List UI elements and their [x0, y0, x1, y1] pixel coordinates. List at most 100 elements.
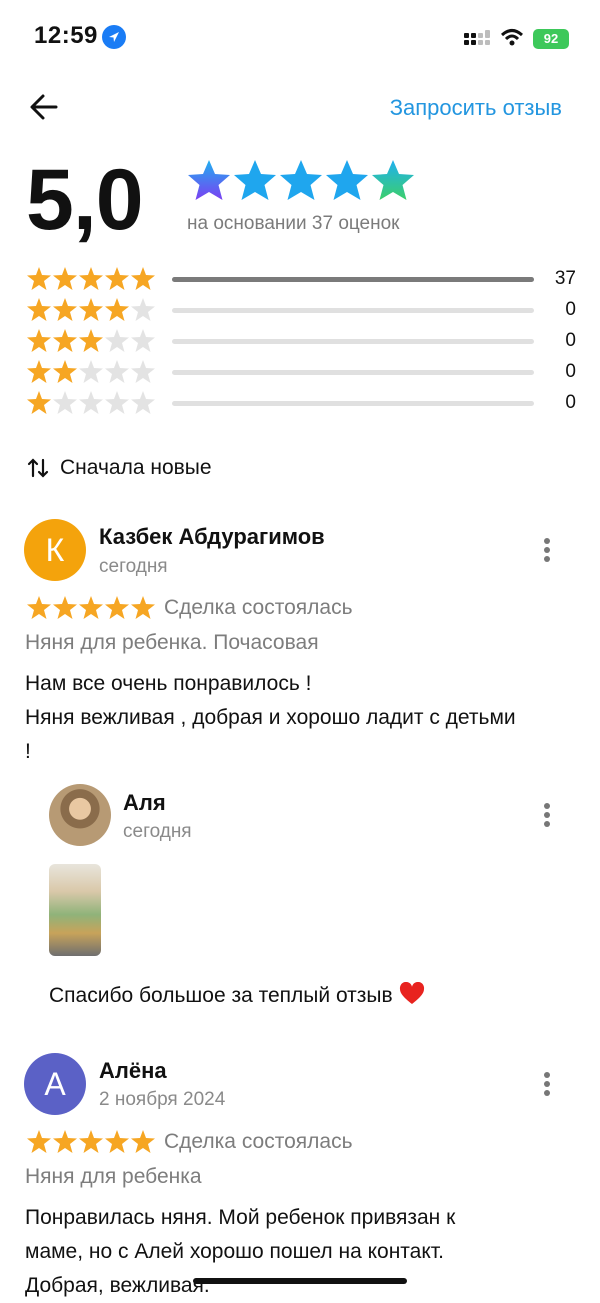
- avatar: К: [24, 519, 86, 581]
- star-filled-icon: [79, 1130, 103, 1153]
- signal-icon: [464, 30, 492, 53]
- histogram-bar: [172, 307, 534, 313]
- reply-date: сегодня: [123, 821, 192, 842]
- review-text-line: Понравилась няня. Мой ребенок привязан к: [25, 1206, 456, 1229]
- star-filled-icon: [79, 298, 103, 321]
- star-filled-icon: [53, 298, 77, 321]
- avatar-initial: А: [44, 1065, 66, 1102]
- histogram-bar: [172, 338, 534, 344]
- star-filled-icon: [27, 391, 51, 414]
- review-text: Понравилась няня. Мой ребенок привязан к…: [25, 1201, 585, 1303]
- battery-level: 92: [543, 31, 559, 46]
- star-filled-icon: [27, 360, 51, 383]
- star-empty-icon: [131, 298, 155, 321]
- histogram-bar-fill: [172, 276, 534, 282]
- more-options-icon[interactable]: [543, 1071, 551, 1099]
- star-filled-icon: [105, 596, 129, 619]
- star-empty-icon: [53, 391, 77, 414]
- star-filled-icon: [131, 267, 155, 290]
- review-rating: Сделка состоялась: [26, 595, 353, 621]
- star-filled-icon: [53, 267, 77, 290]
- service-category: Няня для ребенка: [25, 1165, 202, 1188]
- location-arrow-icon: [102, 25, 126, 49]
- wifi-icon: [500, 28, 524, 53]
- reply-text: Спасибо большое за теплый отзыв: [49, 979, 425, 1013]
- deal-status: Сделка состоялась: [164, 596, 353, 619]
- star-filled-icon: [27, 329, 51, 352]
- histogram-count: 0: [565, 299, 576, 320]
- histogram-count: 0: [565, 392, 576, 413]
- star-filled-icon: [131, 1130, 155, 1153]
- reply-text-content: Спасибо большое за теплый отзыв: [49, 984, 393, 1007]
- histogram-stars: [26, 266, 156, 292]
- sort-control[interactable]: Сначала новые: [26, 456, 212, 480]
- rating-count-text: на основании 37 оценок: [187, 213, 400, 234]
- replier-avatar: [49, 784, 111, 846]
- rating-histogram-row: 0: [26, 389, 576, 417]
- reply-photo[interactable]: [49, 864, 101, 956]
- review-text-line: !: [25, 740, 31, 763]
- histogram-stars: [26, 297, 156, 323]
- deal-status: Сделка состоялась: [164, 1130, 353, 1153]
- star-filled-icon: [53, 596, 77, 619]
- star-empty-icon: [105, 329, 129, 352]
- star-filled-icon: [105, 267, 129, 290]
- histogram-stars: [26, 328, 156, 354]
- star-empty-icon: [79, 360, 103, 383]
- histogram-count: 0: [565, 330, 576, 351]
- sort-label: Сначала новые: [60, 456, 212, 479]
- back-arrow-icon[interactable]: [28, 92, 60, 122]
- star-filled-icon: [105, 1130, 129, 1153]
- review-date: 2 ноября 2024: [99, 1089, 226, 1110]
- review-text-line: Нам все очень понравилось !: [25, 672, 312, 695]
- review-text-line: маме, но с Алей хорошо пошел на контакт.: [25, 1240, 444, 1263]
- star-filled-icon: [131, 596, 155, 619]
- review-text: Нам все очень понравилось ! Няня вежлива…: [25, 667, 585, 769]
- request-review-link[interactable]: Запросить отзыв: [390, 95, 562, 121]
- star-empty-icon: [131, 329, 155, 352]
- rating-histogram-row: 0: [26, 327, 576, 355]
- star-empty-icon: [105, 391, 129, 414]
- reviewer-name: Алёна: [99, 1058, 167, 1083]
- more-options-icon[interactable]: [543, 802, 551, 830]
- rating-histogram-row: 0: [26, 358, 576, 386]
- histogram-bar: [172, 369, 534, 375]
- star-filled-icon: [79, 329, 103, 352]
- histogram-count: 37: [554, 268, 576, 289]
- star-filled-icon: [27, 1130, 51, 1153]
- histogram-bar: [172, 400, 534, 406]
- histogram-bar: [172, 276, 534, 282]
- replier-name: Аля: [123, 790, 166, 815]
- review-stars: [26, 595, 156, 621]
- reviewer-name: Казбек Абдурагимов: [99, 524, 325, 549]
- star-filled-icon: [53, 1130, 77, 1153]
- star-filled-icon: [53, 360, 77, 383]
- battery-indicator: 92: [533, 29, 569, 49]
- star-filled-icon: [53, 329, 77, 352]
- star-filled-icon: [27, 267, 51, 290]
- rating-histogram-row: 0: [26, 296, 576, 324]
- rating-stars: [186, 158, 418, 208]
- review-stars: [26, 1129, 156, 1155]
- histogram-count: 0: [565, 361, 576, 382]
- avatar: А: [24, 1053, 86, 1115]
- star-empty-icon: [131, 391, 155, 414]
- rating-score: 5,0: [26, 152, 144, 248]
- review-date: сегодня: [99, 556, 168, 577]
- star-empty-icon: [105, 360, 129, 383]
- star-filled-icon: [105, 298, 129, 321]
- star-empty-icon: [131, 360, 155, 383]
- star-empty-icon: [79, 391, 103, 414]
- star-filled-icon: [79, 267, 103, 290]
- review-text-line: Добрая, вежливая.: [25, 1274, 210, 1297]
- home-indicator: [193, 1278, 407, 1284]
- sort-arrows-icon: [26, 456, 50, 480]
- heart-icon: [399, 981, 425, 1006]
- review-text-line: Няня вежливая , добрая и хорошо ладит с …: [25, 706, 516, 729]
- service-category: Няня для ребенка. Почасовая: [25, 631, 319, 654]
- histogram-stars: [26, 390, 156, 416]
- star-filled-icon: [27, 298, 51, 321]
- more-options-icon[interactable]: [543, 537, 551, 565]
- review-rating: Сделка состоялась: [26, 1129, 353, 1155]
- star-filled-icon: [27, 596, 51, 619]
